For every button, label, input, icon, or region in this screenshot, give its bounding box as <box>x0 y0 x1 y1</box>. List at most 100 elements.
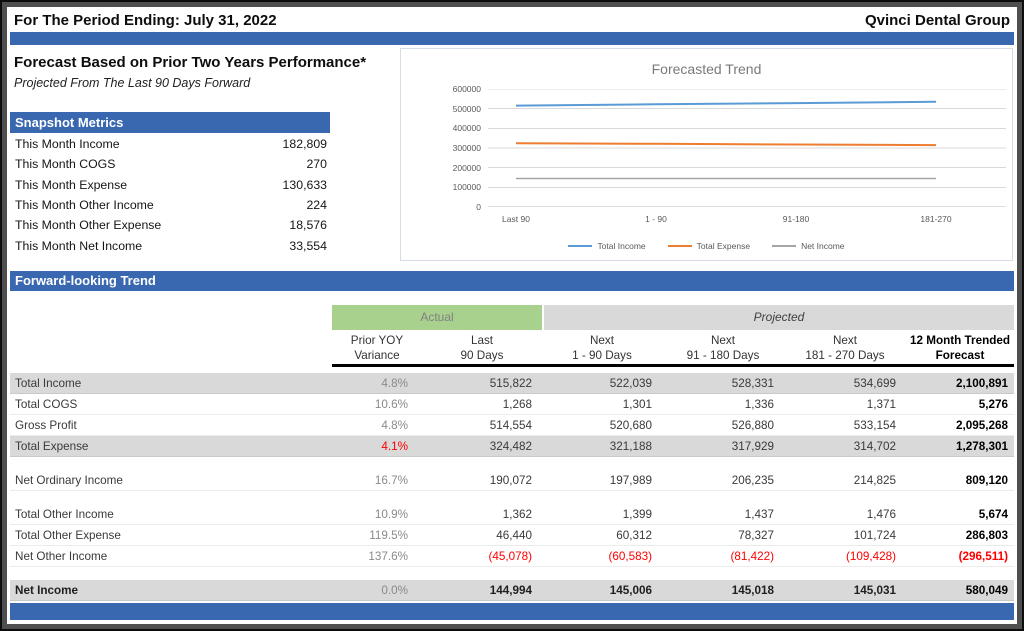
legend-label: Total Expense <box>697 241 750 251</box>
actual-band: Actual <box>332 305 542 330</box>
row-yoy-variance: 119.5% <box>332 529 422 542</box>
metric-value: 270 <box>306 157 327 171</box>
snapshot-row: This Month Expense 130,633 <box>10 175 330 195</box>
row-spacer <box>10 567 1014 580</box>
row-value: 144,994 <box>422 584 542 597</box>
row-value: 60,312 <box>542 529 662 542</box>
row-label: Total Income <box>10 377 332 390</box>
chart-x-tick-label: 1 - 90 <box>611 214 701 224</box>
row-value: 206,235 <box>662 474 784 487</box>
row-value: 1,437 <box>662 508 784 521</box>
metric-value: 130,633 <box>283 178 327 192</box>
chart-legend: Total Income Total Expense Net Income <box>401 241 1012 251</box>
row-value: 214,825 <box>784 474 906 487</box>
table-row-total-other-expense: Total Other Expense 119.5% 46,440 60,312… <box>10 525 1014 546</box>
row-yoy-variance: 10.9% <box>332 508 422 521</box>
company-name: Qvinci Dental Group <box>865 12 1010 29</box>
legend-item-net-income: Net Income <box>772 241 844 251</box>
row-total: 5,674 <box>906 508 1014 521</box>
row-value: 522,039 <box>542 377 662 390</box>
metric-value: 33,554 <box>289 239 327 253</box>
snapshot-row: This Month Income 182,809 <box>10 134 330 154</box>
row-label: Total COGS <box>10 398 332 411</box>
row-spacer <box>10 491 1014 504</box>
row-value: 197,989 <box>542 474 662 487</box>
page-frame: For The Period Ending: July 31, 2022 Qvi… <box>0 0 1024 631</box>
snapshot-row: This Month COGS 270 <box>10 154 330 174</box>
row-value: 314,702 <box>784 440 906 453</box>
metric-label: This Month Other Expense <box>15 218 161 232</box>
row-value: 321,188 <box>542 440 662 453</box>
legend-item-total-income: Total Income <box>568 241 645 251</box>
row-value: 1,362 <box>422 508 542 521</box>
table-row-net-ordinary-income: Net Ordinary Income 16.7% 190,072 197,98… <box>10 470 1014 491</box>
row-value: 515,822 <box>422 377 542 390</box>
row-value: 1,336 <box>662 398 784 411</box>
row-label: Total Other Expense <box>10 529 332 542</box>
chart-y-tick-label: 200000 <box>425 163 481 173</box>
chart-x-tick-label: 91-180 <box>751 214 841 224</box>
table-row-total-cogs: Total COGS 10.6% 1,268 1,301 1,336 1,371… <box>10 394 1014 415</box>
chart-plot-area <box>488 89 1006 207</box>
legend-line-swatch <box>772 245 796 247</box>
chart-y-tick-label: 400000 <box>425 123 481 133</box>
row-value: 514,554 <box>422 419 542 432</box>
table-row-gross-profit: Gross Profit 4.8% 514,554 520,680 526,88… <box>10 415 1014 436</box>
column-header-last-90: Last 90 Days <box>422 333 542 363</box>
metric-label: This Month Expense <box>15 178 127 192</box>
row-total: 2,100,891 <box>906 377 1014 390</box>
metric-value: 224 <box>306 198 327 212</box>
row-spacer <box>10 457 1014 470</box>
snapshot-row: This Month Other Income 224 <box>10 195 330 215</box>
metric-label: This Month Income <box>15 137 120 151</box>
metric-label: This Month Net Income <box>15 239 142 253</box>
snapshot-row: This Month Other Expense 18,576 <box>10 215 330 235</box>
top-divider-bar <box>10 32 1014 45</box>
forward-looking-trend-table: Total Income 4.8% 515,822 522,039 528,33… <box>10 369 1014 601</box>
row-value: 1,371 <box>784 398 906 411</box>
row-yoy-variance: 4.1% <box>332 440 422 453</box>
column-header-empty <box>10 333 332 363</box>
row-value: 101,724 <box>784 529 906 542</box>
report-page: For The Period Ending: July 31, 2022 Qvi… <box>7 7 1017 624</box>
table-band-row: Actual Projected <box>10 305 1014 330</box>
row-yoy-variance: 4.8% <box>332 419 422 432</box>
row-value: (45,078) <box>422 550 542 563</box>
row-value: 1,476 <box>784 508 906 521</box>
row-total: 2,095,268 <box>906 419 1014 432</box>
column-header-next-1-90: Next 1 - 90 Days <box>542 333 662 363</box>
row-total: 286,803 <box>906 529 1014 542</box>
row-value: 324,482 <box>422 440 542 453</box>
table-row-total-other-income: Total Other Income 10.9% 1,362 1,399 1,4… <box>10 504 1014 525</box>
series-line-total-expense <box>516 143 936 145</box>
metric-label: This Month Other Income <box>15 198 154 212</box>
row-value: 1,268 <box>422 398 542 411</box>
table-header-underline <box>332 364 1014 367</box>
row-value: 1,399 <box>542 508 662 521</box>
column-header-next-181-270: Next 181 - 270 Days <box>784 333 906 363</box>
column-header-12-month-forecast: 12 Month Trended Forecast <box>906 333 1014 363</box>
chart-y-tick-label: 100000 <box>425 182 481 192</box>
series-line-total-income <box>516 102 936 106</box>
forward-looking-trend-header: Forward-looking Trend <box>10 271 1014 291</box>
chart-y-tick-label: 0 <box>425 202 481 212</box>
row-value: 145,031 <box>784 584 906 597</box>
row-yoy-variance: 137.6% <box>332 550 422 563</box>
row-total: 5,276 <box>906 398 1014 411</box>
column-header-prior-yoy: Prior YOY Variance <box>332 333 422 363</box>
legend-label: Total Income <box>597 241 645 251</box>
chart-y-tick-label: 500000 <box>425 104 481 114</box>
table-header-row: Prior YOY Variance Last 90 Days Next 1 -… <box>10 333 1014 363</box>
row-value: 520,680 <box>542 419 662 432</box>
row-yoy-variance: 4.8% <box>332 377 422 390</box>
row-label: Gross Profit <box>10 419 332 432</box>
chart-y-tick-label: 300000 <box>425 143 481 153</box>
table-row-total-expense: Total Expense 4.1% 324,482 321,188 317,9… <box>10 436 1014 457</box>
chart-x-tick-label: Last 90 <box>471 214 561 224</box>
row-label: Total Other Income <box>10 508 332 521</box>
row-value: (60,583) <box>542 550 662 563</box>
row-value: 46,440 <box>422 529 542 542</box>
row-value: (109,428) <box>784 550 906 563</box>
snapshot-metrics-header: Snapshot Metrics <box>10 112 330 133</box>
row-value: 190,072 <box>422 474 542 487</box>
